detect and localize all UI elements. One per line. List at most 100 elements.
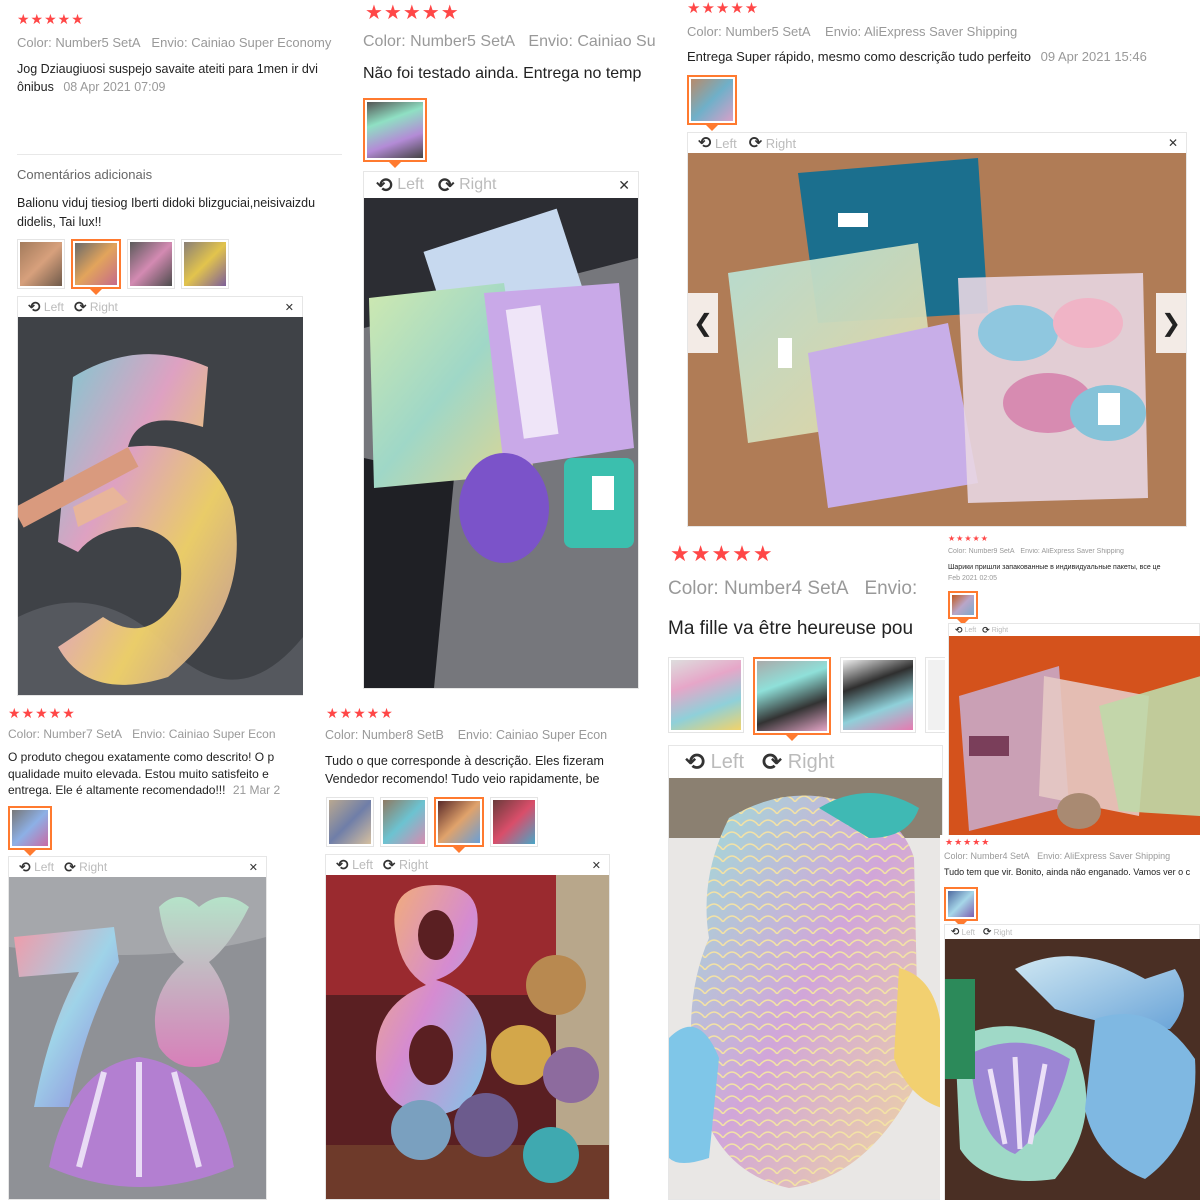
rotate-right-icon: ⟳ bbox=[748, 135, 763, 152]
rotate-left-icon: ⟲ bbox=[698, 135, 712, 152]
close-icon[interactable]: ✕ bbox=[618, 177, 630, 194]
rotate-left-icon: ⟲ bbox=[955, 624, 963, 635]
rotate-left-icon: ⟲ bbox=[336, 857, 349, 874]
rotate-left-button[interactable]: ⟲ Left bbox=[698, 133, 737, 153]
packaged-balloons-image bbox=[364, 198, 638, 688]
review-date: 21 Mar 2 bbox=[232, 783, 281, 797]
review-text: Tudo o que corresponde à descrição. Eles… bbox=[325, 754, 604, 786]
rotate-right-icon: ⟳ bbox=[982, 926, 992, 938]
rotate-right-icon: ⟳ bbox=[437, 174, 455, 197]
mermaid-tail-balloon-image bbox=[669, 778, 942, 1199]
chevron-right-icon: ❯ bbox=[1160, 309, 1182, 337]
balloon-number-8-image bbox=[326, 875, 609, 1199]
envio-label: Envio: bbox=[864, 578, 918, 599]
rotate-left-icon: ⟲ bbox=[28, 299, 41, 316]
envio-label: Envio: bbox=[151, 35, 188, 50]
envio-value: AliExpress Saver Shipping bbox=[1064, 851, 1171, 861]
thumbnail[interactable] bbox=[17, 239, 65, 289]
previous-image-button[interactable]: ❮ bbox=[688, 293, 718, 353]
thumbnail[interactable] bbox=[127, 239, 175, 289]
rotate-right-button[interactable]: ⟳ Right bbox=[383, 856, 428, 874]
review-date: Feb 2021 02:05 bbox=[948, 575, 998, 582]
image-viewer: ⟲ Left ⟳ Right bbox=[948, 623, 1200, 835]
viewer-toolbar: ⟲ Left ⟳ Right ✕ bbox=[9, 857, 266, 877]
thumbnail[interactable] bbox=[668, 657, 744, 733]
rotate-left-button[interactable]: ⟲ Left bbox=[28, 298, 64, 316]
thumbnail-selected[interactable] bbox=[71, 239, 121, 295]
rotate-right-icon: ⟳ bbox=[73, 299, 87, 316]
thumbnail-selected[interactable] bbox=[434, 797, 484, 853]
viewer-toolbar: ⟲ Left ⟳ Right ✕ bbox=[18, 297, 302, 317]
rating-stars: ★★★★★ bbox=[365, 2, 460, 24]
rotate-left-button[interactable]: ⟲ Left bbox=[951, 927, 975, 938]
envio-label: Envio: bbox=[825, 24, 862, 39]
chevron-left-icon: ❮ bbox=[692, 309, 714, 337]
balloon-number-7-image bbox=[9, 877, 266, 1199]
thumbnail-selected[interactable] bbox=[944, 887, 978, 927]
balloon-number-5-image bbox=[18, 317, 303, 695]
rotate-right-icon: ⟳ bbox=[982, 624, 990, 635]
envio-value: Cainiao Su bbox=[577, 33, 656, 50]
review-card: ★★★★★ Color: Number9 SetA Envio: AliExpr… bbox=[945, 535, 1200, 835]
next-image-button[interactable]: ❯ bbox=[1156, 293, 1186, 353]
color-value: Number4 SetA bbox=[970, 851, 1030, 861]
close-icon[interactable]: ✕ bbox=[592, 859, 601, 872]
rotate-right-button[interactable]: ⟳ Right bbox=[762, 748, 834, 777]
thumbnail[interactable] bbox=[925, 657, 945, 733]
envio-value: Cainiao Super Econ bbox=[495, 728, 608, 742]
thumbnail[interactable] bbox=[181, 239, 229, 289]
review-text-block: Entrega Super rápido, mesmo como descriç… bbox=[687, 49, 1197, 64]
review-meta: Color: Number7 SetA Envio: Cainiao Super… bbox=[8, 727, 286, 741]
rotate-left-icon: ⟲ bbox=[19, 858, 31, 875]
thumbnail-selected[interactable] bbox=[687, 75, 737, 131]
review-photo bbox=[18, 317, 303, 695]
review-card: ★★★★★ Color: Number4 SetA Envio: Ma fill… bbox=[660, 535, 945, 1200]
thumbnail[interactable] bbox=[380, 797, 428, 847]
thumbnail-selected[interactable] bbox=[753, 657, 831, 741]
review-meta: Color: Number4 SetA Envio: bbox=[668, 578, 945, 600]
rotate-left-button[interactable]: ⟲ Left bbox=[685, 748, 744, 777]
image-viewer: ⟲ Left ⟳ Right ✕ bbox=[17, 296, 303, 696]
close-icon[interactable]: ✕ bbox=[249, 861, 258, 874]
packaged-balloons-on-rug-image bbox=[949, 636, 1200, 835]
rotate-left-button[interactable]: ⟲ Left bbox=[955, 625, 976, 636]
review-photo bbox=[364, 198, 638, 688]
rotate-right-button[interactable]: ⟳ Right bbox=[982, 625, 1008, 636]
color-value: Number7 SetA bbox=[43, 727, 123, 741]
thumbnail[interactable] bbox=[840, 657, 916, 733]
review-text: Não foi testado ainda. Entrega no temp bbox=[363, 65, 642, 82]
envio-label: Envio: bbox=[1020, 548, 1040, 555]
envio-value: AliExpress Saver Shipping bbox=[1041, 548, 1124, 555]
rotate-right-button[interactable]: ⟳ Right bbox=[438, 173, 497, 198]
review-card: ★★★★★ Color: Number8 SetB Envio: Cainiao… bbox=[318, 700, 638, 1200]
color-label: Color: bbox=[944, 851, 969, 861]
close-icon[interactable]: ✕ bbox=[1168, 136, 1178, 150]
review-photo bbox=[9, 877, 266, 1199]
thumbnail-selected[interactable] bbox=[948, 591, 978, 625]
rotate-left-button[interactable]: ⟲ Left bbox=[19, 859, 54, 876]
color-label: Color: bbox=[17, 35, 52, 50]
thumbnail-strip bbox=[326, 797, 538, 853]
thumbnail[interactable] bbox=[326, 797, 374, 847]
rotate-right-button[interactable]: ⟳ Right bbox=[749, 133, 796, 153]
viewer-toolbar: ⟲ Left ⟳ Right ✕ bbox=[688, 133, 1186, 153]
rotate-left-button[interactable]: ⟲ Left bbox=[376, 173, 424, 198]
color-value: Number5 SetA bbox=[410, 33, 516, 50]
color-value: Number8 SetB bbox=[361, 728, 444, 742]
thumbnail-selected[interactable] bbox=[363, 98, 427, 168]
rotate-left-label: Left bbox=[964, 626, 977, 634]
review-date: 08 Apr 2021 07:09 bbox=[63, 80, 166, 94]
rotate-right-button[interactable]: ⟳ Right bbox=[983, 927, 1012, 938]
rating-stars: ★★★★★ bbox=[8, 705, 76, 721]
rotate-left-label: Left bbox=[710, 750, 745, 773]
thumbnail[interactable] bbox=[490, 797, 538, 847]
rotate-right-button[interactable]: ⟳ Right bbox=[74, 298, 118, 316]
rotate-right-button[interactable]: ⟳ Right bbox=[64, 859, 107, 876]
color-value: Number9 SetA bbox=[968, 548, 1015, 555]
rotate-left-button[interactable]: ⟲ Left bbox=[336, 856, 373, 874]
close-icon[interactable]: ✕ bbox=[285, 301, 294, 314]
rotate-right-label: Right bbox=[459, 176, 497, 193]
viewer-toolbar: ⟲ Left ⟳ Right ✕ bbox=[326, 855, 609, 875]
viewer-toolbar: ⟲ Left ⟳ Right ✕ bbox=[364, 172, 638, 198]
thumbnail-selected[interactable] bbox=[8, 806, 52, 856]
